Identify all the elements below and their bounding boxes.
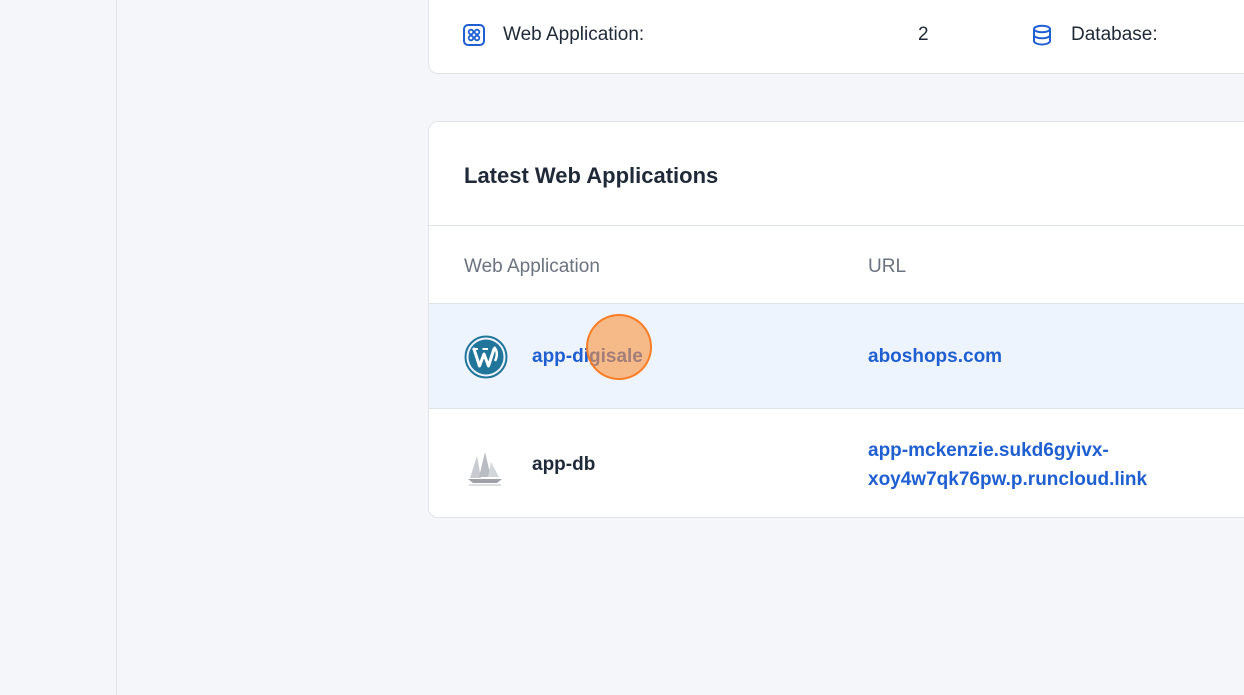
wordpress-icon <box>464 335 508 379</box>
url-link[interactable]: aboshops.com <box>868 342 1002 371</box>
sailboat-icon <box>464 444 508 488</box>
click-indicator <box>586 314 652 380</box>
web-application-icon <box>463 24 485 46</box>
url-link[interactable]: app-mckenzie.sukd6gyivx- xoy4w7qk76pw.p.… <box>868 436 1147 494</box>
database-icon <box>1031 24 1053 46</box>
web-application-stat-label: Web Application: <box>503 24 645 45</box>
stats-card: Web Application: 2 Database: <box>428 0 1244 74</box>
url-line: app-mckenzie.sukd6gyivx- <box>868 440 1109 461</box>
column-header-url: URL <box>868 256 907 277</box>
column-header-web-application: Web Application <box>464 256 600 277</box>
divider <box>429 225 1244 226</box>
stats-row: Web Application: 2 Database: <box>463 23 1244 47</box>
url-line: xoy4w7qk76pw.p.runcloud.link <box>868 469 1148 490</box>
app-name[interactable]: app-db <box>532 454 595 476</box>
card-title: Latest Web Applications <box>464 163 719 188</box>
table-row[interactable]: app-digisale aboshops.com <box>429 304 1244 408</box>
sidebar <box>0 0 117 695</box>
latest-web-applications-card: Latest Web Applications Web Application … <box>428 121 1244 518</box>
database-stat-label: Database: <box>1071 24 1158 45</box>
table-row[interactable]: app-db app-mckenzie.sukd6gyivx- xoy4w7qk… <box>429 409 1244 517</box>
web-application-stat-value: 2 <box>918 24 929 45</box>
